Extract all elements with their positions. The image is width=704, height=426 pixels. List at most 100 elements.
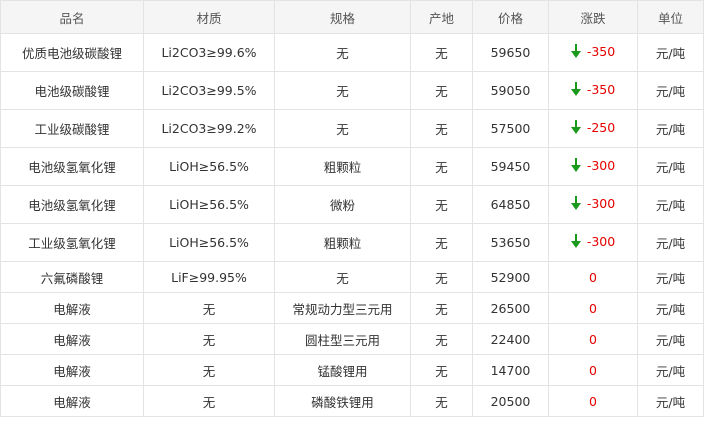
change-wrapper: 0 <box>589 270 597 285</box>
cell-change: -300 <box>548 223 638 262</box>
cell-spec: 微粉 <box>274 185 411 224</box>
cell-price: 64850 <box>472 185 549 224</box>
cell-price: 59650 <box>472 33 549 72</box>
cell-origin: 无 <box>410 292 473 324</box>
cell-change: 0 <box>548 385 638 417</box>
cell-price: 59450 <box>472 147 549 186</box>
cell-unit: 元/吨 <box>637 385 704 417</box>
cell-origin: 无 <box>410 147 473 186</box>
cell-change: 0 <box>548 323 638 355</box>
cell-price: 57500 <box>472 109 549 148</box>
cell-name: 电池级氢氧化锂 <box>0 185 144 224</box>
cell-name: 电解液 <box>0 385 144 417</box>
table-row: 工业级碳酸锂 Li2CO3≥99.2% 无 无 57500 -250 元/吨 <box>0 109 704 148</box>
table-header-row: 品名 材质 规格 产地 价格 涨跌 单位 <box>0 0 704 34</box>
change-wrapper: 0 <box>589 332 597 347</box>
cell-name: 电池级碳酸锂 <box>0 71 144 110</box>
cell-spec: 磷酸铁锂用 <box>274 385 411 417</box>
cell-unit: 元/吨 <box>637 292 704 324</box>
down-arrow-icon <box>570 82 581 97</box>
change-value: 0 <box>589 393 597 409</box>
cell-material: 无 <box>143 323 275 355</box>
cell-spec: 无 <box>274 33 411 72</box>
change-wrapper: -300 <box>570 195 616 211</box>
header-name: 品名 <box>0 0 144 34</box>
cell-material: LiF≥99.95% <box>143 261 275 293</box>
down-arrow-icon <box>570 196 581 211</box>
cell-material: Li2CO3≥99.5% <box>143 71 275 110</box>
cell-change: 0 <box>548 261 638 293</box>
header-change: 涨跌 <box>548 0 638 34</box>
cell-price: 26500 <box>472 292 549 324</box>
cell-unit: 元/吨 <box>637 354 704 386</box>
header-unit: 单位 <box>637 0 704 34</box>
cell-unit: 元/吨 <box>637 33 704 72</box>
change-value: 0 <box>589 362 597 378</box>
cell-price: 22400 <box>472 323 549 355</box>
cell-origin: 无 <box>410 185 473 224</box>
table-row: 电池级氢氧化锂 LiOH≥56.5% 微粉 无 64850 -300 元/吨 <box>0 185 704 224</box>
cell-unit: 元/吨 <box>637 261 704 293</box>
cell-unit: 元/吨 <box>637 185 704 224</box>
cell-price: 53650 <box>472 223 549 262</box>
cell-material: LiOH≥56.5% <box>143 185 275 224</box>
change-wrapper: -300 <box>570 233 616 249</box>
cell-material: Li2CO3≥99.6% <box>143 33 275 72</box>
change-wrapper: 0 <box>589 394 597 409</box>
cell-unit: 元/吨 <box>637 71 704 110</box>
table-row: 工业级氢氧化锂 LiOH≥56.5% 粗颗粒 无 53650 -300 元/吨 <box>0 223 704 262</box>
cell-name: 工业级碳酸锂 <box>0 109 144 148</box>
table-row: 电池级氢氧化锂 LiOH≥56.5% 粗颗粒 无 59450 -300 元/吨 <box>0 147 704 186</box>
cell-material: LiOH≥56.5% <box>143 223 275 262</box>
cell-change: -350 <box>548 71 638 110</box>
cell-material: 无 <box>143 292 275 324</box>
cell-name: 六氟磷酸锂 <box>0 261 144 293</box>
cell-unit: 元/吨 <box>637 323 704 355</box>
cell-name: 电池级氢氧化锂 <box>0 147 144 186</box>
cell-price: 52900 <box>472 261 549 293</box>
change-value: -300 <box>586 195 616 211</box>
cell-origin: 无 <box>410 261 473 293</box>
cell-spec: 无 <box>274 261 411 293</box>
down-arrow-icon <box>570 234 581 249</box>
cell-change: -350 <box>548 33 638 72</box>
cell-change: -300 <box>548 147 638 186</box>
cell-name: 优质电池级碳酸锂 <box>0 33 144 72</box>
table-row: 六氟磷酸锂 LiF≥99.95% 无 无 52900 0 元/吨 <box>0 261 704 293</box>
change-value: -300 <box>586 157 616 173</box>
cell-name: 电解液 <box>0 354 144 386</box>
cell-name: 工业级氢氧化锂 <box>0 223 144 262</box>
change-wrapper: -350 <box>570 44 615 59</box>
cell-unit: 元/吨 <box>637 109 704 148</box>
change-value: -300 <box>586 233 616 249</box>
table-row: 电解液 无 圆柱型三元用 无 22400 0 元/吨 <box>0 323 704 355</box>
change-wrapper: -250 <box>570 119 616 135</box>
cell-origin: 无 <box>410 323 473 355</box>
down-arrow-icon <box>570 44 581 59</box>
change-value: 0 <box>589 300 597 316</box>
cell-material: 无 <box>143 385 275 417</box>
cell-origin: 无 <box>410 71 473 110</box>
table-row: 电解液 无 磷酸铁锂用 无 20500 0 元/吨 <box>0 385 704 417</box>
cell-unit: 元/吨 <box>637 223 704 262</box>
cell-spec: 粗颗粒 <box>274 147 411 186</box>
cell-price: 14700 <box>472 354 549 386</box>
cell-spec: 无 <box>274 71 411 110</box>
cell-change: 0 <box>548 292 638 324</box>
down-arrow-icon <box>570 158 581 173</box>
header-origin: 产地 <box>410 0 473 34</box>
cell-origin: 无 <box>410 109 473 148</box>
cell-origin: 无 <box>410 354 473 386</box>
cell-material: 无 <box>143 354 275 386</box>
cell-name: 电解液 <box>0 323 144 355</box>
cell-spec: 常规动力型三元用 <box>274 292 411 324</box>
price-table: 品名 材质 规格 产地 价格 涨跌 单位 优质电池级碳酸锂 Li2CO3≥99.… <box>0 0 704 417</box>
header-material: 材质 <box>143 0 275 34</box>
cell-change: 0 <box>548 354 638 386</box>
cell-spec: 圆柱型三元用 <box>274 323 411 355</box>
table-row: 优质电池级碳酸锂 Li2CO3≥99.6% 无 无 59650 -350 元/吨 <box>0 33 704 72</box>
header-price: 价格 <box>472 0 549 34</box>
change-value: -350 <box>586 81 616 97</box>
table-row: 电池级碳酸锂 Li2CO3≥99.5% 无 无 59050 -350 元/吨 <box>0 71 704 110</box>
change-value: -250 <box>586 119 616 135</box>
